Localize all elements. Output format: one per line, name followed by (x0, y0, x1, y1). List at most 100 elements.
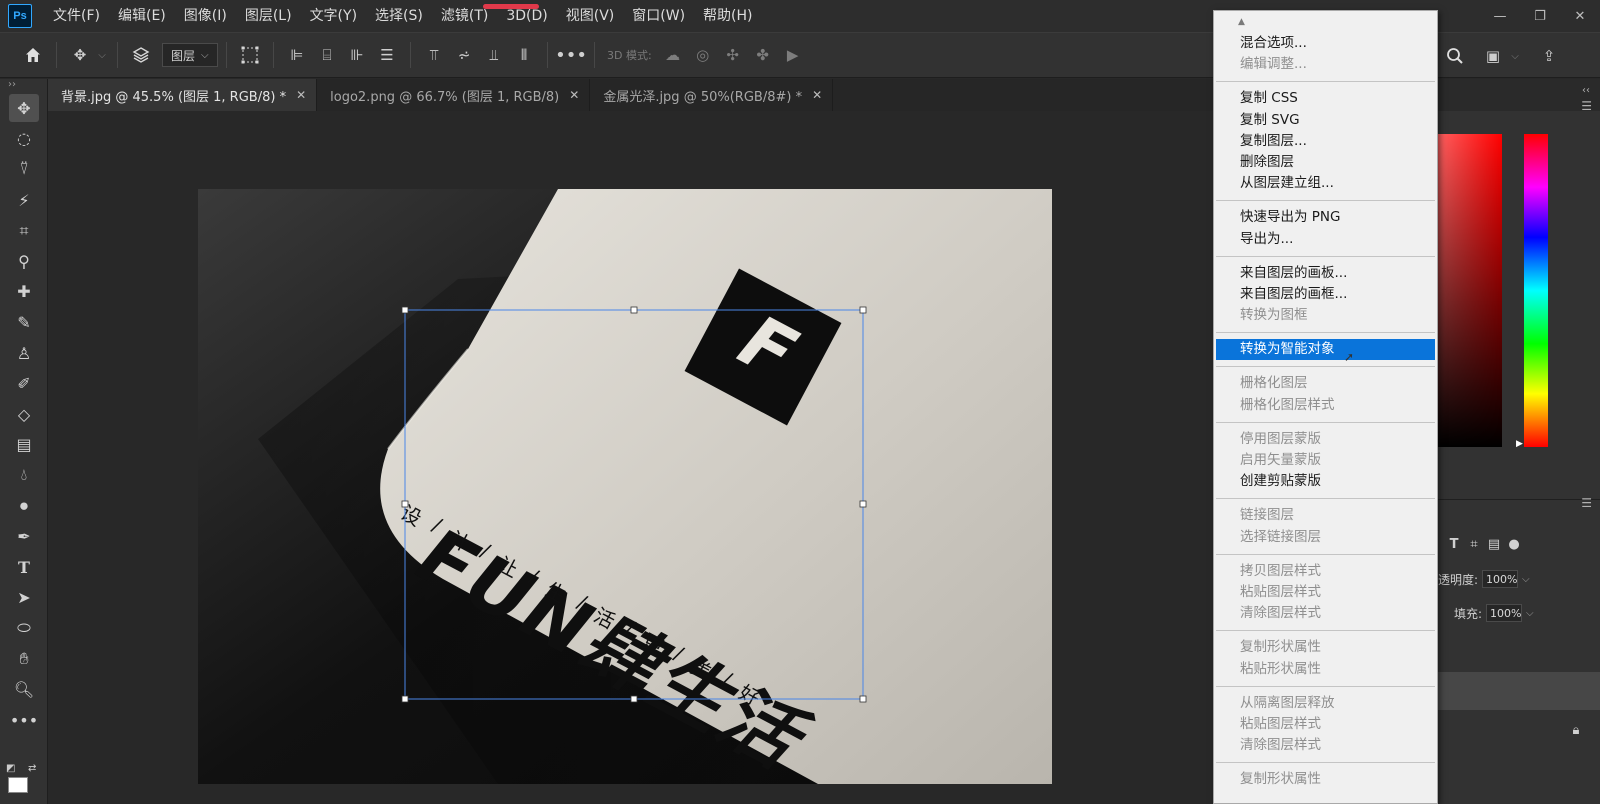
ellipse-shape-tool[interactable]: ⬭ (0, 613, 48, 644)
smart-object-filter-icon[interactable]: ▤ (1484, 534, 1504, 554)
context-menu-item[interactable]: 复制图层... (1214, 131, 1437, 152)
panel-menu-icon[interactable]: ☰ (1581, 99, 1592, 113)
panel-menu-icon[interactable]: ☰ (1581, 496, 1592, 510)
align-right-icon[interactable]: ⊪ (342, 40, 372, 70)
magic-wand-tool[interactable]: ⚡ (0, 185, 48, 216)
history-brush-tool[interactable]: ✐ (0, 368, 48, 399)
canvas-area[interactable]: F FUN肆生活 设 / 计 / 让 / 生 / 活 / 更 / 美 / 好 (48, 111, 1218, 804)
layer-row-selected[interactable] (1438, 672, 1600, 710)
context-menu-item[interactable]: 快速导出为 PNG (1214, 207, 1437, 228)
menu-window[interactable]: 窗口(W) (623, 0, 694, 32)
context-menu-item[interactable]: 删除图层 (1214, 152, 1437, 173)
color-picker-field[interactable] (1438, 134, 1502, 447)
align-left-icon[interactable]: ⊫ (282, 40, 312, 70)
distribute-icon[interactable]: ☰ (372, 40, 402, 70)
chevron-down-icon[interactable]: ⌵ (1508, 41, 1522, 71)
shape-filter-icon[interactable]: ⌗ (1464, 534, 1484, 554)
close-icon[interactable]: ✕ (569, 88, 579, 102)
menu-type[interactable]: 文字(Y) (301, 0, 366, 32)
transform-handle[interactable] (859, 500, 867, 508)
context-menu-item[interactable]: 创建剪贴蒙版 (1214, 471, 1437, 492)
transform-handle[interactable] (859, 306, 867, 314)
home-icon[interactable] (18, 40, 48, 70)
fill-input[interactable]: 100% (1486, 604, 1523, 622)
context-menu-item[interactable]: 复制 SVG (1214, 110, 1437, 131)
filter-toggle-icon[interactable]: ● (1504, 534, 1524, 554)
opacity-input[interactable]: 100% (1482, 570, 1519, 588)
swap-colors-icon[interactable]: ⇄ (28, 763, 36, 774)
close-icon[interactable]: ✕ (812, 88, 822, 102)
lasso-tool[interactable]: ⍢ (0, 154, 48, 185)
ellipse-marquee-tool[interactable]: ◌ (0, 124, 48, 155)
context-menu-item[interactable]: 从图层建立组... (1214, 173, 1437, 194)
chevron-down-icon[interactable]: ⌵ (1526, 608, 1534, 619)
type-tool[interactable]: T (0, 552, 48, 583)
default-colors-icon[interactable]: ◩ (6, 763, 15, 774)
more-tools[interactable]: ••• (0, 705, 48, 736)
minimize-icon[interactable]: — (1480, 4, 1520, 28)
context-menu-item[interactable]: 复制 CSS (1214, 88, 1437, 109)
tab-document[interactable]: 金属光泽.jpg @ 50%(RGB/8#) * ✕ (590, 79, 834, 111)
move-tool[interactable]: ✥ (0, 93, 48, 124)
auto-select-icon[interactable] (126, 40, 156, 70)
orbit-3d-icon[interactable]: ☁ (658, 40, 688, 70)
pan-3d-icon[interactable]: ✣ (718, 40, 748, 70)
collapse-panel-icon[interactable]: ‹‹ (1582, 85, 1590, 96)
menu-help[interactable]: 帮助(H) (694, 0, 761, 32)
transform-bounding-box[interactable] (198, 189, 1052, 784)
document-canvas[interactable]: F FUN肆生活 设 / 计 / 让 / 生 / 活 / 更 / 美 / 好 (198, 189, 1052, 784)
pen-tool[interactable]: ✒ (0, 521, 48, 552)
align-bottom-icon[interactable]: ⫫ (479, 40, 509, 70)
tab-document[interactable]: logo2.png @ 66.7% (图层 1, RGB/8) ✕ (317, 79, 591, 111)
chevron-down-icon[interactable]: ⌵ (1522, 574, 1530, 585)
scroll-up-icon[interactable]: ▲ (1214, 11, 1437, 33)
scale-3d-icon[interactable]: ▶ (778, 40, 808, 70)
context-menu-item[interactable]: 混合选项... (1214, 33, 1437, 54)
gradient-tool[interactable]: ▤ (0, 430, 48, 461)
close-icon[interactable]: ✕ (1560, 4, 1600, 28)
transform-handle[interactable] (630, 695, 638, 703)
lock-icon[interactable]: 🔒︎ (1566, 720, 1586, 740)
foreground-color[interactable] (8, 777, 28, 793)
auto-select-target-select[interactable]: 图层 ⌵ (162, 43, 218, 67)
transform-controls-icon[interactable] (235, 40, 265, 70)
chevron-down-icon[interactable]: ⌵ (95, 40, 109, 70)
workspace-icon[interactable]: ▣ (1478, 41, 1508, 71)
blur-tool[interactable]: 💧︎ (0, 460, 48, 491)
zoom-tool[interactable]: 🔍︎ (0, 674, 48, 705)
context-menu-item[interactable]: 导出为... (1214, 229, 1437, 250)
context-menu-item[interactable]: 来自图层的画框... (1214, 284, 1437, 305)
transform-handle[interactable] (859, 695, 867, 703)
healing-brush-tool[interactable]: ✚ (0, 277, 48, 308)
menu-file[interactable]: 文件(F) (44, 0, 109, 32)
menu-item-convert-to-smart-object[interactable]: 转换为智能对象 ➚ (1216, 339, 1435, 364)
eyedropper-tool[interactable]: ⚲ (0, 246, 48, 277)
tab-document[interactable]: 背景.jpg @ 45.5% (图层 1, RGB/8) * ✕ (48, 79, 318, 111)
clone-stamp-tool[interactable]: ♙ (0, 338, 48, 369)
menu-layer[interactable]: 图层(L) (236, 0, 301, 32)
restore-icon[interactable]: ❐ (1520, 4, 1560, 28)
search-icon[interactable] (1440, 41, 1470, 71)
menu-image[interactable]: 图像(I) (175, 0, 236, 32)
transform-handle[interactable] (630, 306, 638, 314)
more-options-icon[interactable]: ••• (555, 40, 587, 70)
crop-tool[interactable]: ⌗ (0, 215, 48, 246)
collapse-panel-icon[interactable]: ›› (0, 79, 47, 93)
type-filter-icon[interactable]: T (1444, 534, 1464, 554)
hand-tool[interactable]: ✋︎ (0, 644, 48, 675)
close-icon[interactable]: ✕ (296, 88, 306, 102)
align-vertical-center-icon[interactable]: ⩫ (449, 40, 479, 70)
slide-3d-icon[interactable]: ✤ (748, 40, 778, 70)
distribute-vertical-icon[interactable]: ⦀ (509, 40, 539, 70)
align-horizontal-center-icon[interactable]: ⌸ (312, 40, 342, 70)
menu-select[interactable]: 选择(S) (366, 0, 432, 32)
path-selection-tool[interactable]: ➤ (0, 583, 48, 614)
hue-slider-handle-icon[interactable]: ▶ (1516, 439, 1523, 449)
transform-handle[interactable] (401, 695, 409, 703)
dodge-tool[interactable]: ⚫︎ (0, 491, 48, 522)
color-swatches[interactable]: ◩ ⇄ (6, 763, 42, 793)
roll-3d-icon[interactable]: ◎ (688, 40, 718, 70)
menu-view[interactable]: 视图(V) (557, 0, 624, 32)
menu-edit[interactable]: 编辑(E) (109, 0, 175, 32)
eraser-tool[interactable]: ◇ (0, 399, 48, 430)
